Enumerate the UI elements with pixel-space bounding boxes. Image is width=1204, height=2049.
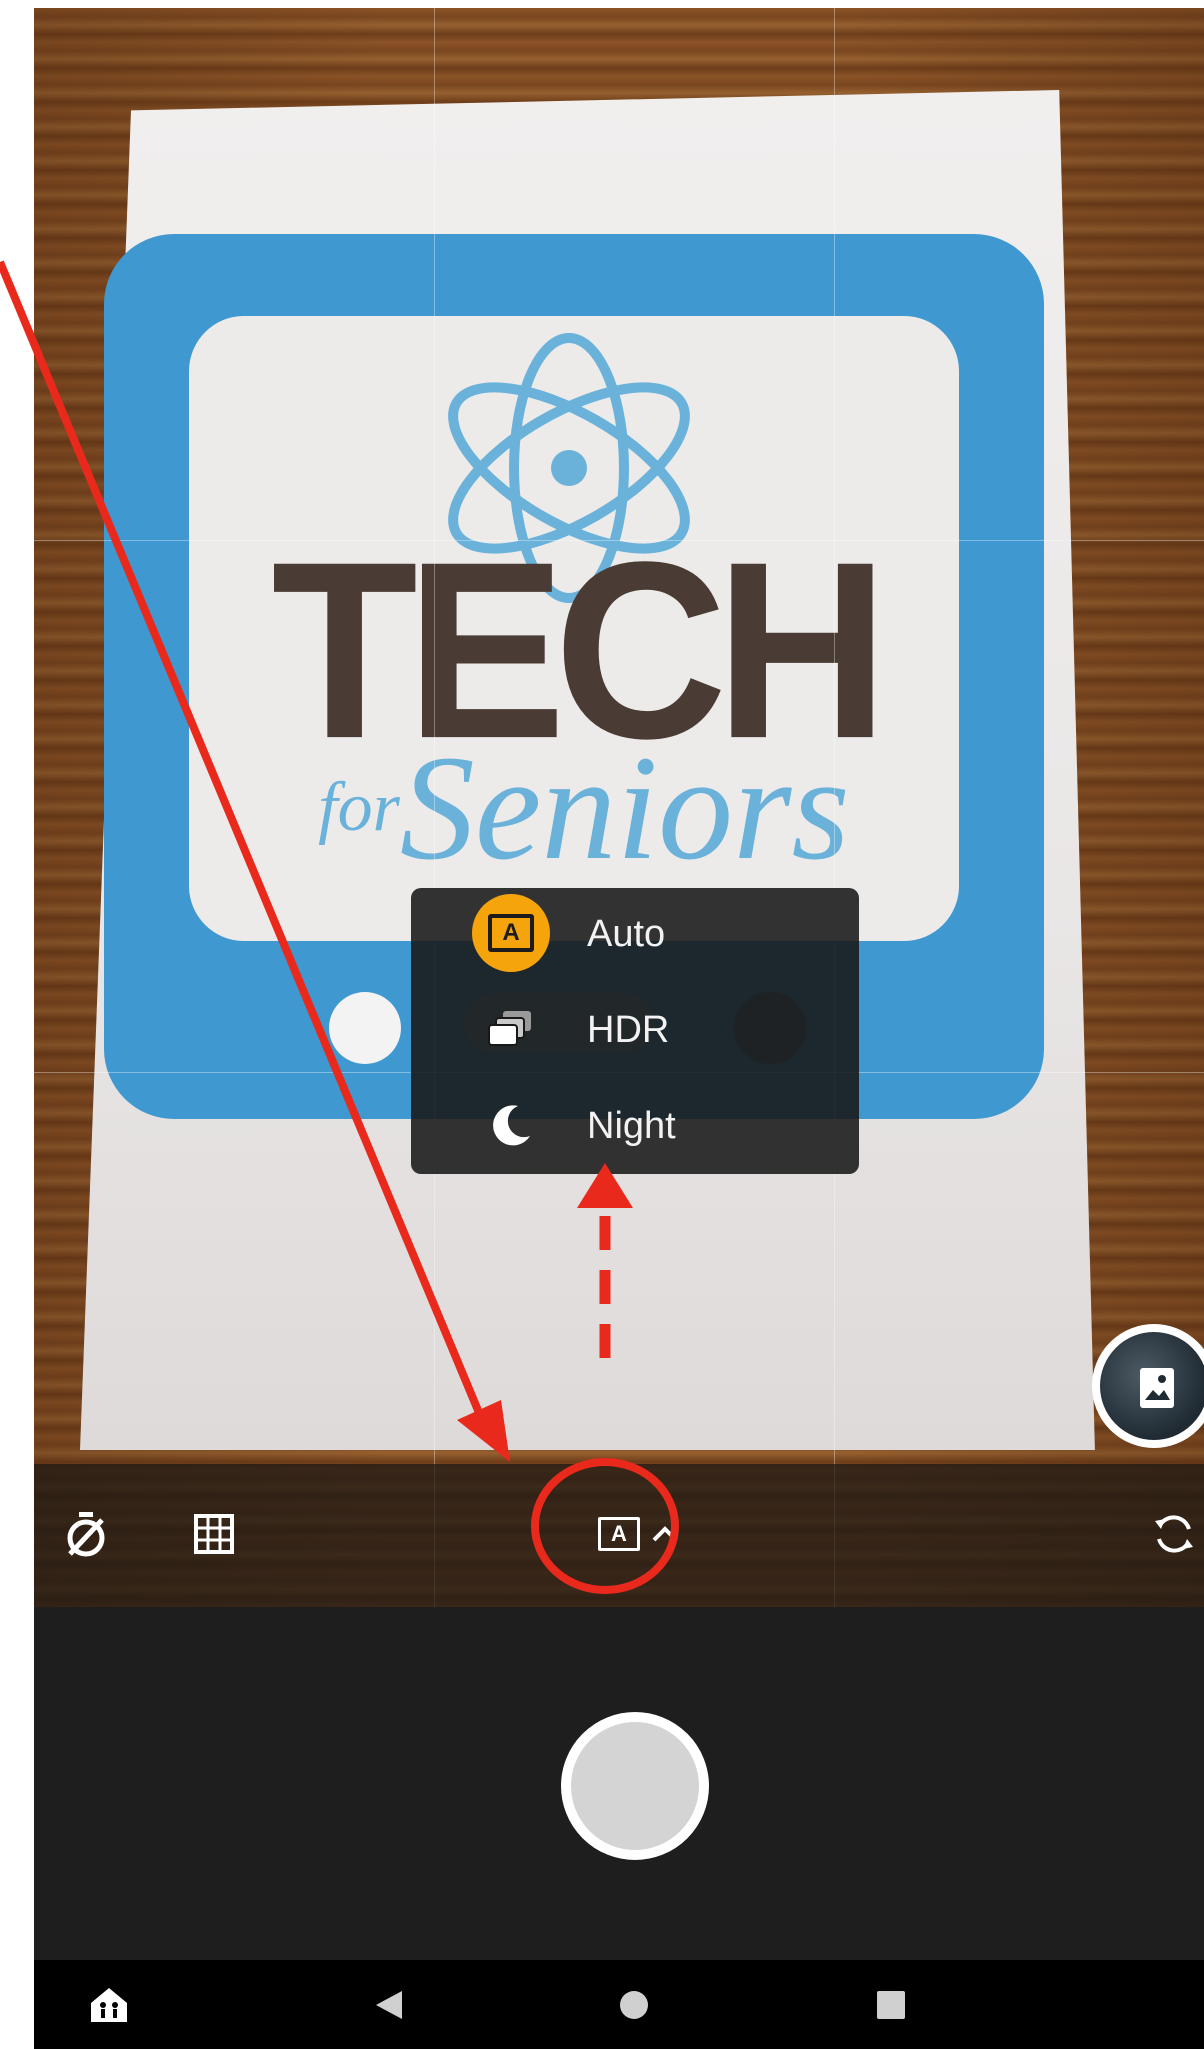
mode-option-hdr[interactable]: HDR	[411, 984, 859, 1074]
camera-toolbar: A	[34, 1464, 1204, 1607]
hdr-icon	[471, 996, 551, 1062]
camera-screen: TECH forSeniors A Auto HDR Night A	[34, 8, 1204, 2049]
auto-mode-icon: A	[471, 894, 551, 972]
switch-camera-icon[interactable]	[1144, 1504, 1204, 1564]
timer-off-icon[interactable]	[56, 1504, 116, 1564]
grid-line	[34, 540, 1204, 541]
logo-text-seniors: forSeniors	[154, 733, 1014, 883]
home-icon[interactable]	[604, 1960, 664, 2049]
gallery-thumbnail[interactable]	[1092, 1324, 1204, 1448]
camera-viewfinder[interactable]: TECH forSeniors	[34, 8, 1204, 1607]
moon-icon	[471, 1092, 551, 1158]
logo-text-seniors-word: Seniors	[399, 725, 850, 891]
capture-mode-menu: A Auto HDR Night	[411, 888, 859, 1174]
grid-line	[834, 8, 835, 1607]
accessibility-home-icon[interactable]	[79, 1960, 139, 2049]
back-icon[interactable]	[359, 1960, 419, 2049]
mode-option-night[interactable]: Night	[411, 1080, 859, 1170]
system-nav-bar	[34, 1960, 1204, 2049]
chevron-up-icon	[652, 1526, 678, 1542]
tv-logo-dot	[329, 992, 401, 1064]
gallery-icon	[1140, 1368, 1174, 1408]
shutter-button[interactable]	[561, 1712, 709, 1860]
grid-line	[434, 8, 435, 1607]
logo-text-for: for	[318, 769, 400, 846]
mode-option-label: Auto	[587, 913, 666, 955]
mode-option-label: HDR	[587, 1009, 670, 1051]
mode-option-label: Night	[587, 1105, 676, 1147]
recents-icon[interactable]	[861, 1960, 921, 2049]
mode-option-auto[interactable]: A Auto	[411, 888, 859, 978]
capture-mode-button[interactable]: A	[579, 1504, 699, 1564]
grid-icon[interactable]	[184, 1504, 244, 1564]
auto-mode-icon: A	[598, 1517, 640, 1551]
